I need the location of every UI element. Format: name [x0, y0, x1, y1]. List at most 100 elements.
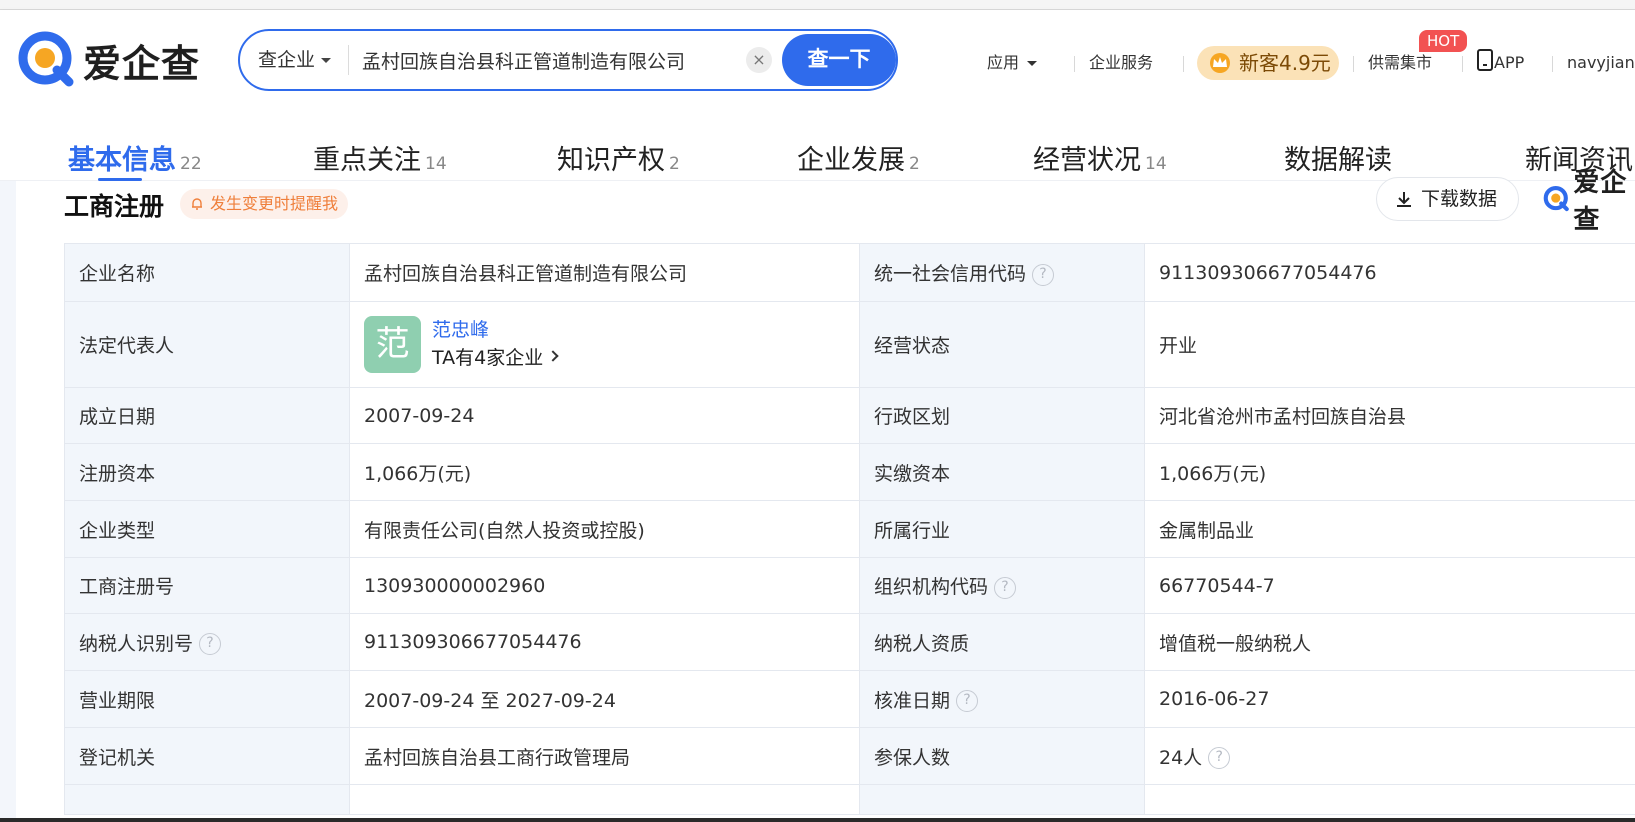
status-value: 开业 [1144, 301, 1635, 388]
tab-development[interactable]: 企业发展 2 [797, 138, 920, 177]
nav-user[interactable]: navyjian [1567, 48, 1635, 78]
help-icon[interactable]: ? [994, 576, 1017, 599]
tab-key-focus[interactable]: 重点关注 14 [313, 138, 447, 177]
org-code-label: 组织机构代码 [874, 576, 989, 598]
tab-operations[interactable]: 经营状况 14 [1033, 138, 1167, 177]
bell-icon [192, 198, 202, 210]
taxpayer-qual-value: 增值税一般纳税人 [1144, 613, 1635, 671]
company-type-value: 有限责任公司(自然人投资或控股) [349, 500, 860, 558]
nav-supply-market[interactable]: 供需集市 [1368, 48, 1432, 78]
table-row: 登记机关 孟村回族自治县工商行政管理局 参保人数 24人? [64, 727, 1635, 785]
table-row: 工商注册号 130930000002960 组织机构代码? 66770544-7 [64, 557, 1635, 614]
legal-rep-label: 法定代表人 [64, 301, 350, 388]
authority-value: 孟村回族自治县工商行政管理局 [349, 727, 860, 785]
table-row: 企业名称 孟村回族自治县科正管道制造有限公司 统一社会信用代码? 9113093… [64, 243, 1635, 302]
avatar[interactable]: 范 [364, 316, 421, 373]
taxpayer-id-label: 纳税人识别号 [79, 632, 194, 655]
promo-label: 新客4.9元 [1239, 51, 1331, 75]
legal-rep-cell: 范 范忠峰 TA有4家企业 [349, 301, 860, 388]
legal-rep-name-link[interactable]: 范忠峰 [432, 317, 557, 343]
search-button[interactable]: 查一下 [782, 34, 896, 86]
browser-top-strip [0, 0, 1635, 10]
nav-enterprise-service[interactable]: 企业服务 [1089, 48, 1153, 78]
tab-label: 经营状况 [1033, 145, 1141, 176]
approval-label: 核准日期 [874, 689, 951, 712]
table-row [64, 784, 1635, 815]
empty-cell [859, 784, 1145, 815]
remind-label: 发生变更时提醒我 [210, 194, 339, 213]
tab-count: 2 [909, 154, 920, 174]
section-title: 工商注册 [64, 192, 165, 221]
search-type-dropdown[interactable]: 查企业 [258, 31, 332, 89]
org-code-value: 66770544-7 [1144, 557, 1635, 614]
nav-divider [1074, 56, 1075, 72]
help-icon[interactable]: ? [956, 690, 979, 712]
logo-q-icon [1543, 185, 1569, 212]
search-input[interactable] [362, 41, 742, 79]
watermark-logo: 爱企查 [1543, 168, 1635, 235]
tab-count: 2 [669, 154, 680, 174]
logo-q-icon [18, 31, 74, 87]
credit-code-label: 统一社会信用代码 [874, 263, 1027, 285]
legal-rep-companies-label: TA有4家企业 [432, 346, 544, 369]
approval-label-cell: 核准日期? [859, 670, 1145, 728]
empty-cell [349, 784, 860, 815]
change-remind-button[interactable]: 发生变更时提醒我 [180, 189, 349, 219]
search-bar: 查企业 × 查一下 [238, 29, 898, 91]
legal-rep-companies-link[interactable]: TA有4家企业 [432, 343, 559, 373]
founded-value: 2007-09-24 [349, 387, 860, 444]
download-icon [1397, 192, 1411, 207]
tab-data-insight[interactable]: 数据解读 [1284, 138, 1392, 177]
download-data-button[interactable]: 下载数据 [1376, 177, 1519, 221]
tab-basic-info[interactable]: 基本信息 22 [68, 138, 202, 177]
tab-label: 数据解读 [1284, 145, 1392, 176]
insured-label: 参保人数 [859, 727, 1145, 785]
phone-icon [1477, 49, 1493, 71]
bottom-taskbar-edge [0, 818, 1635, 822]
taxpayer-id-label-cell: 纳税人识别号? [64, 613, 350, 671]
nav-divider [1353, 56, 1354, 72]
tab-label: 企业发展 [797, 145, 905, 176]
taxpayer-qual-label: 纳税人资质 [859, 613, 1145, 671]
reg-capital-label: 注册资本 [64, 443, 350, 501]
region-label: 行政区划 [859, 387, 1145, 444]
help-icon[interactable]: ? [1208, 747, 1231, 769]
business-registration-table: 企业名称 孟村回族自治县科正管道制造有限公司 统一社会信用代码? 9113093… [64, 243, 1635, 815]
company-name-label: 企业名称 [64, 243, 350, 302]
insured-value: 24人 [1159, 746, 1203, 769]
nav-app[interactable]: APP [1476, 48, 1524, 78]
credit-code-label-cell: 统一社会信用代码? [859, 243, 1145, 302]
org-code-label-cell: 组织机构代码? [859, 557, 1145, 614]
table-row: 营业期限 2007-09-24 至 2027-09-24 核准日期? 2016-… [64, 670, 1635, 728]
site-logo[interactable]: 爱企查 [17, 29, 200, 91]
download-label: 下载数据 [1421, 188, 1498, 210]
nav-divider [1183, 56, 1184, 72]
tab-count: 14 [1145, 154, 1167, 174]
tab-ip[interactable]: 知识产权 2 [557, 138, 680, 177]
help-icon[interactable]: ? [1032, 263, 1055, 286]
promo-badge[interactable]: 新客4.9元 [1197, 46, 1339, 80]
nav-apps[interactable]: 应用 [987, 48, 1038, 78]
logo-text: 爱企查 [1573, 168, 1628, 235]
company-type-label: 企业类型 [64, 500, 350, 558]
authority-label: 登记机关 [64, 727, 350, 785]
table-row: 企业类型 有限责任公司(自然人投资或控股) 所属行业 金属制品业 [64, 500, 1635, 558]
nav-app-label: APP [1494, 53, 1525, 72]
paid-capital-value: 1,066万(元) [1144, 443, 1635, 501]
term-value: 2007-09-24 至 2027-09-24 [349, 670, 860, 728]
search-type-label: 查企业 [258, 49, 316, 71]
credit-code-value: 911309306677054476 [1144, 243, 1635, 302]
nav-divider [1552, 56, 1553, 72]
help-icon[interactable]: ? [199, 633, 222, 655]
tab-bar: 基本信息 22 重点关注 14 知识产权 2 企业发展 2 经营状况 14 数据解读 新闻… [0, 108, 1635, 181]
status-label: 经营状态 [859, 301, 1145, 388]
tab-label: 基本信息 [68, 145, 176, 176]
paid-capital-label: 实缴资本 [859, 443, 1145, 501]
reg-no-value: 130930000002960 [349, 557, 860, 614]
hot-badge: HOT [1419, 30, 1468, 52]
clear-icon[interactable]: × [746, 47, 772, 73]
chevron-down-icon [321, 58, 332, 63]
chevron-right-icon [547, 350, 559, 362]
taxpayer-id-value: 911309306677054476 [349, 613, 860, 671]
nav-apps-label: 应用 [987, 53, 1020, 72]
